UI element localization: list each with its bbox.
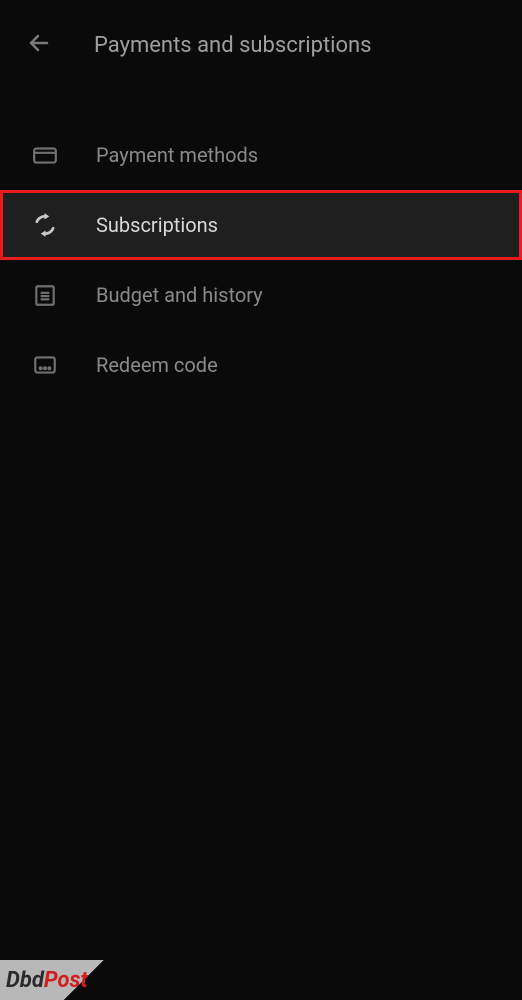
menu-item-label: Payment methods xyxy=(96,143,258,167)
menu-item-label: Redeem code xyxy=(96,353,218,377)
page-title: Payments and subscriptions xyxy=(94,33,372,58)
watermark-part2: Post xyxy=(44,968,88,993)
sync-icon xyxy=(32,212,58,238)
watermark: DbdPost xyxy=(0,960,108,1000)
menu-item-subscriptions[interactable]: Subscriptions xyxy=(0,190,522,260)
code-icon xyxy=(32,352,58,378)
notepad-icon xyxy=(32,282,58,308)
back-button[interactable] xyxy=(24,30,54,60)
arrow-left-icon xyxy=(27,31,51,59)
menu-item-payment-methods[interactable]: Payment methods xyxy=(0,120,522,190)
menu-item-budget-history[interactable]: Budget and history xyxy=(0,260,522,330)
menu-item-redeem-code[interactable]: Redeem code xyxy=(0,330,522,400)
menu-item-label: Budget and history xyxy=(96,283,263,307)
card-icon xyxy=(32,142,58,168)
menu-list: Payment methods Subscriptions xyxy=(0,90,522,400)
menu-item-label: Subscriptions xyxy=(96,213,218,237)
header: Payments and subscriptions xyxy=(0,0,522,90)
watermark-part1: Dbd xyxy=(6,968,44,993)
